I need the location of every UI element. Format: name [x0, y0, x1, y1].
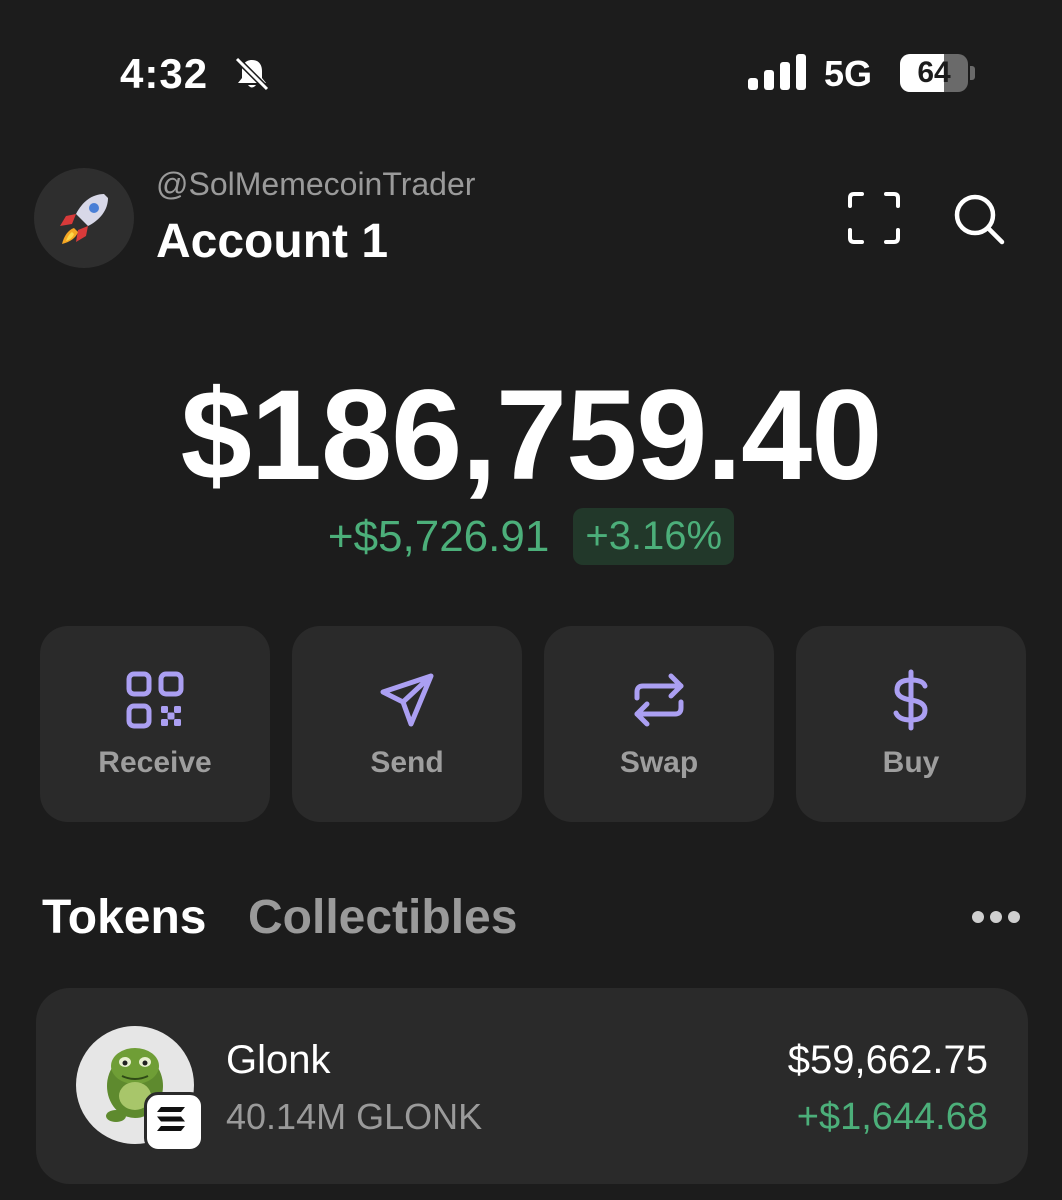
ellipsis-icon[interactable] — [968, 900, 1024, 932]
qr-code-icon — [126, 671, 184, 729]
total-balance: $186,759.40 — [180, 364, 883, 507]
send-button[interactable]: Send — [292, 626, 522, 822]
token-row-glonk[interactable]: Glonk 40.14M GLONK $59,662.75 +$1,644.68 — [36, 988, 1028, 1184]
status-time: 4:32 — [120, 50, 209, 97]
battery-icon: 64 — [900, 54, 975, 92]
tab-tokens[interactable]: Tokens — [42, 890, 206, 945]
scan-frame-icon[interactable] — [846, 190, 902, 246]
dollar-icon — [893, 669, 928, 731]
network-type: 5G — [824, 53, 873, 94]
token-value: $59,662.75 — [787, 1038, 988, 1082]
swap-arrows-icon — [634, 673, 684, 727]
balance-change-percent-badge: +3.16% — [573, 508, 735, 565]
account-avatar[interactable] — [34, 168, 134, 268]
status-bar: 4:32 5G 64 — [0, 0, 1062, 150]
tab-collectibles[interactable]: Collectibles — [248, 890, 517, 945]
signal-bars-icon — [748, 54, 806, 90]
search-icon[interactable] — [950, 190, 1008, 248]
token-change: +$1,644.68 — [796, 1096, 988, 1138]
receive-label: Receive — [98, 746, 212, 779]
buy-button[interactable]: Buy — [796, 626, 1026, 822]
receive-button[interactable]: Receive — [40, 626, 270, 822]
send-label: Send — [370, 746, 444, 779]
account-name[interactable]: Account 1 — [156, 214, 388, 269]
token-quantity: 40.14M GLONK — [226, 1096, 483, 1137]
wallet-home-screen: 4:32 5G 64 @SolMemecoinTrader Account 1 … — [0, 0, 1062, 1200]
balance-change-amount: +$5,726.91 — [327, 511, 550, 561]
action-buttons: Receive Send Swap Buy — [40, 626, 1026, 822]
battery-level: 64 — [917, 56, 951, 89]
balance-change-row: +$5,726.91 +3.16% — [0, 508, 1062, 565]
token-name: Glonk — [226, 1038, 331, 1082]
buy-label: Buy — [882, 746, 940, 779]
solana-icon — [144, 1092, 204, 1152]
account-handle[interactable]: @SolMemecoinTrader — [156, 166, 475, 203]
bell-slash-icon — [234, 56, 270, 92]
rocket-icon — [60, 194, 108, 244]
swap-label: Swap — [619, 746, 699, 779]
paper-plane-icon — [380, 673, 434, 727]
swap-button[interactable]: Swap — [544, 626, 774, 822]
